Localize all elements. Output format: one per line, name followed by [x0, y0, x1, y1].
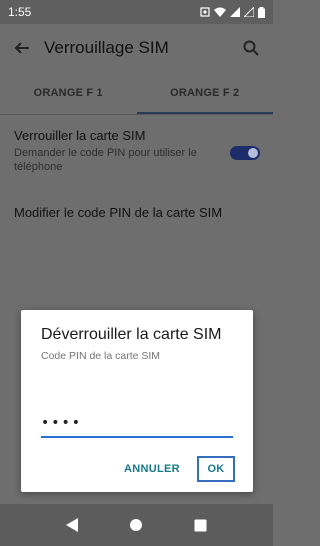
tabs-divider [0, 114, 273, 115]
nav-recents-icon [194, 519, 207, 531]
status-time: 1:55 [8, 5, 32, 19]
lock-sim-title: Verrouiller la carte SIM [14, 128, 146, 143]
status-icons [200, 6, 265, 18]
status-bar: 1:55 [0, 0, 273, 24]
app-bar: Verrouillage SIM [0, 24, 273, 72]
dialog-title: Déverrouiller la carte SIM [41, 326, 222, 343]
wifi-icon [214, 7, 226, 17]
page-title: Verrouillage SIM [44, 38, 169, 57]
sim-tabs: ORANGE F 1 ORANGE F 2 [0, 72, 273, 114]
cancel-button[interactable]: ANNULER [121, 456, 183, 482]
signal-icon [230, 7, 240, 17]
back-arrow-icon [14, 42, 29, 54]
nav-recents-button[interactable] [186, 510, 216, 540]
tab-orange-f2[interactable]: ORANGE F 2 [136, 72, 274, 114]
nav-home-icon [130, 519, 143, 531]
dialog-subtitle: Code PIN de la carte SIM [41, 350, 161, 362]
notification-icon [200, 7, 210, 17]
nav-back-icon [66, 518, 79, 532]
lock-sim-setting[interactable]: Verrouiller la carte SIM Demander le cod… [14, 128, 264, 174]
tab-orange-f1[interactable]: ORANGE F 1 [0, 72, 137, 114]
modify-pin-setting[interactable]: Modifier le code PIN de la carte SIM [14, 205, 222, 220]
pin-input[interactable] [41, 412, 233, 438]
nav-back-button[interactable] [57, 510, 87, 540]
nav-home-button[interactable] [121, 510, 151, 540]
unlock-sim-dialog: Déverrouiller la carte SIM Code PIN de l… [21, 310, 253, 492]
search-icon [243, 40, 259, 56]
lock-sim-toggle[interactable] [230, 146, 260, 160]
battery-icon [258, 6, 265, 18]
lock-sim-subtitle: Demander le code PIN pour utiliser le té… [14, 147, 197, 173]
navigation-bar [0, 504, 273, 546]
signal-2-icon [244, 7, 254, 17]
search-button[interactable] [229, 26, 273, 70]
back-button[interactable] [0, 26, 44, 70]
ok-button[interactable]: OK [197, 456, 235, 482]
